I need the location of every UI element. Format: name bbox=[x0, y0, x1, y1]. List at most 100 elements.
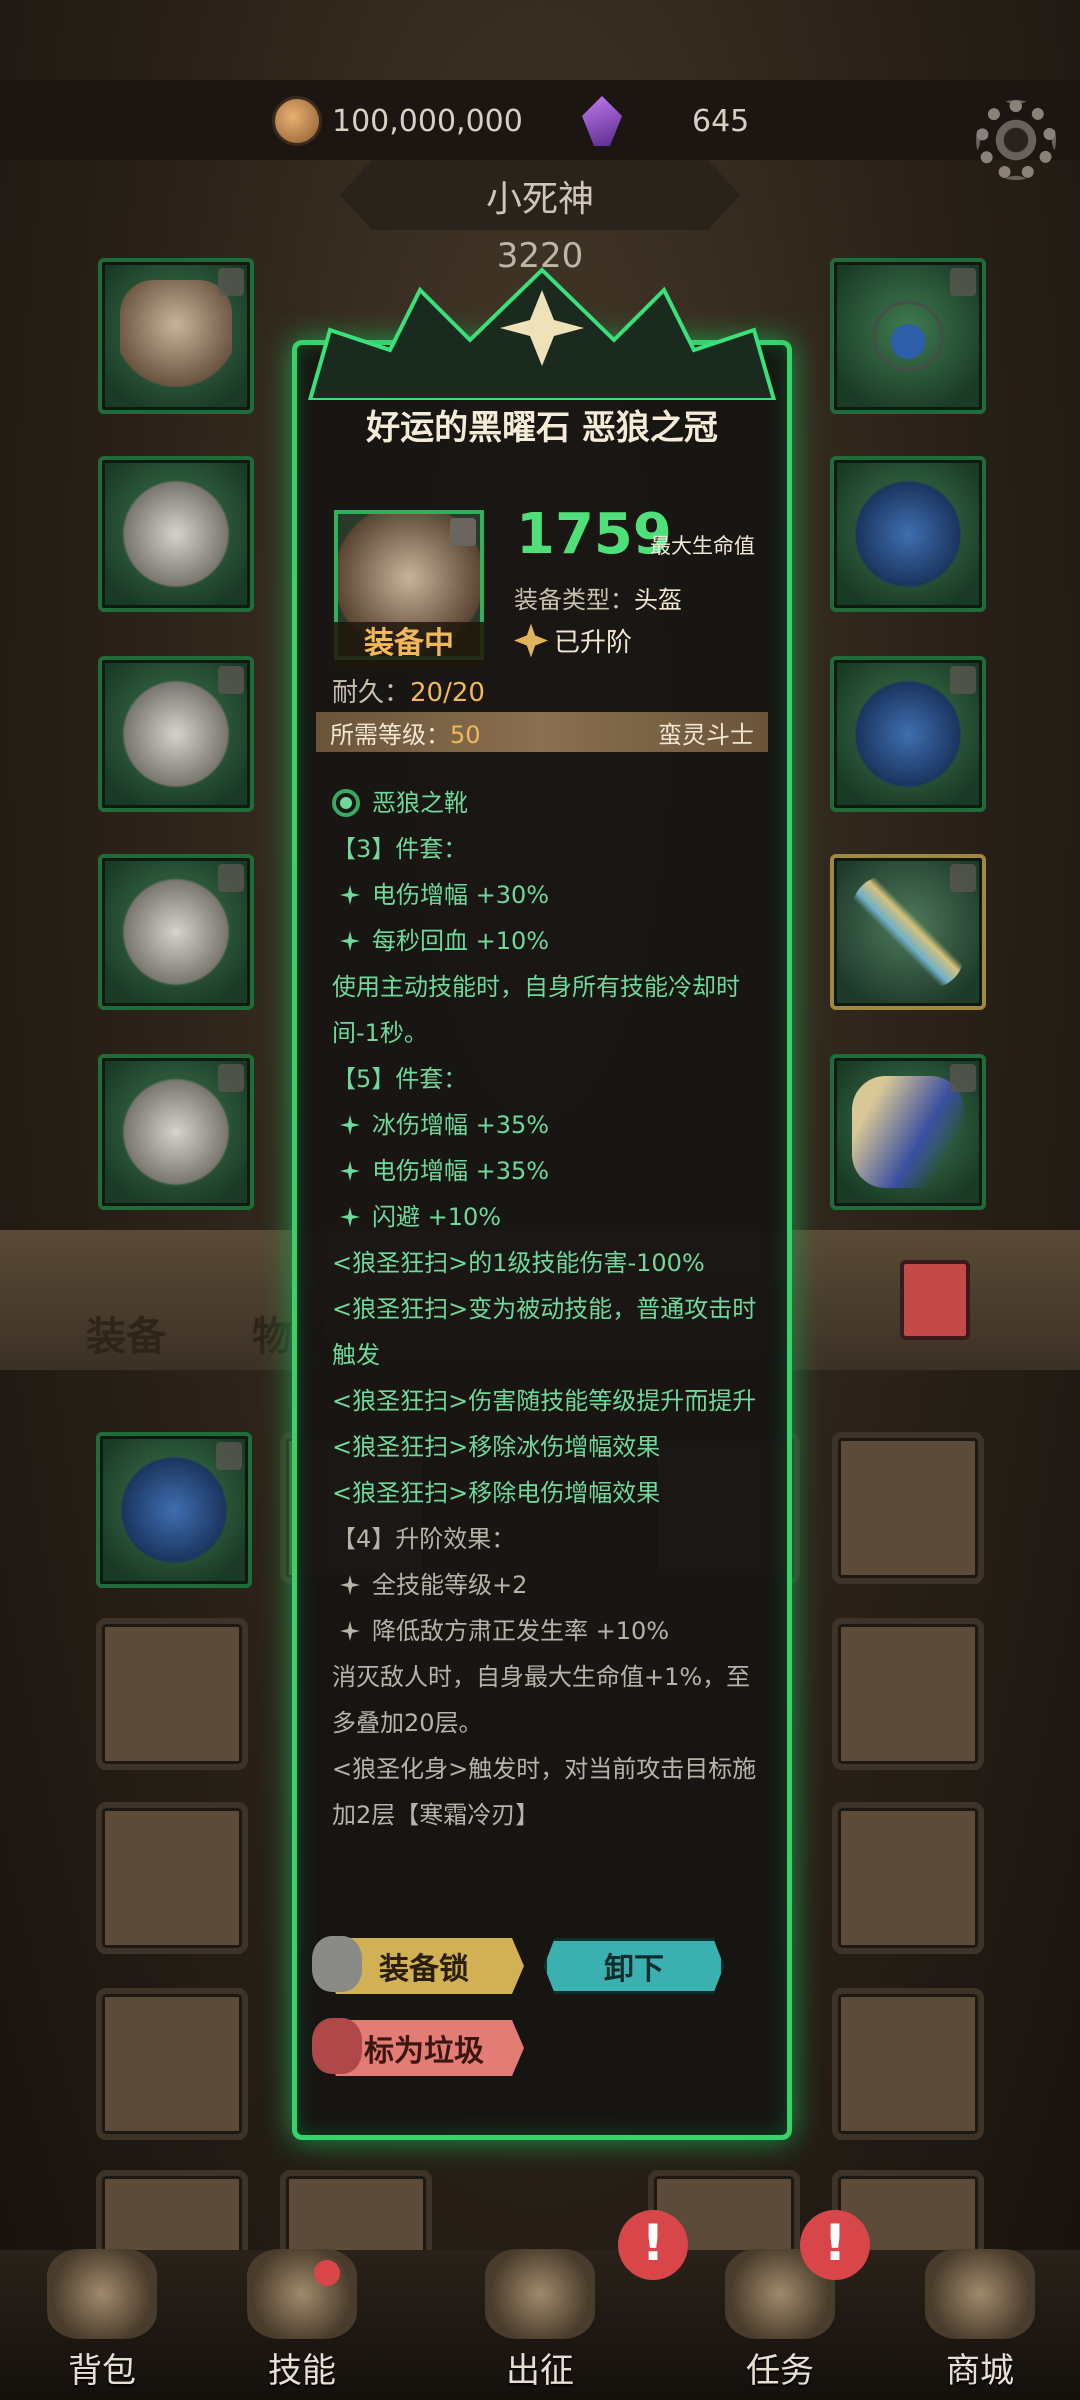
description-line: 全技能等级+2 bbox=[332, 1562, 762, 1608]
sparkle-bullet-icon bbox=[340, 931, 360, 951]
upgraded-status: 已升阶 bbox=[514, 622, 632, 659]
description-line: 每秒回血 +10% bbox=[332, 918, 762, 964]
lock-icon bbox=[218, 1064, 244, 1092]
equip-lock-label: 装备锁 bbox=[379, 1952, 469, 1987]
lock-icon bbox=[450, 518, 476, 546]
inventory-slot[interactable] bbox=[832, 1802, 984, 1954]
slot-offhand[interactable] bbox=[98, 854, 254, 1010]
slot-horn[interactable] bbox=[830, 1054, 986, 1210]
requirement-bar: 所需等级：50 蛮灵斗士 bbox=[316, 712, 768, 752]
description-line: <狼圣狂扫>移除电伤增幅效果 bbox=[332, 1470, 762, 1516]
level-requirement: 所需等级：50 bbox=[330, 715, 481, 750]
inventory-slot[interactable] bbox=[832, 1618, 984, 1770]
sparkle-bullet-icon bbox=[340, 1621, 360, 1641]
description-line: 使用主动技能时，自身所有技能冷却时间-1秒。 bbox=[332, 964, 762, 1056]
description-line-text: 使用主动技能时，自身所有技能冷却时间-1秒。 bbox=[332, 973, 740, 1047]
lock-icon bbox=[218, 666, 244, 694]
inventory-slot[interactable] bbox=[832, 1432, 984, 1584]
purple-gem-icon bbox=[582, 96, 622, 146]
description-line-text: 【4】升阶效果： bbox=[332, 1525, 516, 1553]
description-line: <狼圣化身>触发时，对当前攻击目标施加2层【寒霜冷刃】 bbox=[332, 1746, 762, 1838]
description-line-text: 全技能等级+2 bbox=[372, 1571, 528, 1599]
description-line: 消灭敌人时，自身最大生命值+1%，至多叠加20层。 bbox=[332, 1654, 762, 1746]
description-line-text: 闪避 +10% bbox=[372, 1203, 502, 1231]
description-line-text: 冰伤增幅 +35% bbox=[372, 1111, 550, 1139]
padlock-icon bbox=[312, 1936, 362, 1992]
slot-boots[interactable] bbox=[98, 1054, 254, 1210]
slot-helmet[interactable] bbox=[98, 258, 254, 414]
description-line: 闪避 +10% bbox=[332, 1194, 762, 1240]
gem-amount: 645 bbox=[692, 103, 750, 139]
stat-value: 1759 bbox=[516, 502, 672, 567]
gold-amount: 100,000,000 bbox=[332, 103, 523, 139]
trash-icon[interactable] bbox=[900, 1260, 970, 1340]
mark-junk-label: 标为垃圾 bbox=[364, 2034, 484, 2069]
nav-bag[interactable]: 背包 bbox=[22, 2248, 182, 2398]
wolf-helmet-icon bbox=[120, 280, 232, 392]
description-line: 电伤增幅 +35% bbox=[332, 1148, 762, 1194]
lock-icon bbox=[950, 666, 976, 694]
horn-icon bbox=[852, 1076, 964, 1188]
description-line: <狼圣狂扫>变为被动技能，普通攻击时触发 bbox=[332, 1286, 762, 1378]
description-line-text: 【5】件套： bbox=[332, 1065, 468, 1093]
tab-equipment[interactable]: 装备 bbox=[86, 1304, 166, 1362]
description-line-text: <狼圣狂扫>变为被动技能，普通攻击时触发 bbox=[332, 1295, 757, 1369]
shop-crown-icon bbox=[925, 2249, 1035, 2339]
backpack-icon bbox=[47, 2249, 157, 2339]
lock-icon bbox=[218, 268, 244, 296]
sword-map-icon bbox=[485, 2249, 595, 2339]
inventory-item-boots[interactable] bbox=[96, 1432, 252, 1588]
character-name: 小死神 bbox=[485, 179, 594, 220]
item-detail-popup: 好运的黑曜石 恶狼之冠 装备中 1759 最大生命值 装备类型：头盔 已升阶 耐… bbox=[292, 267, 792, 2140]
inventory-slot[interactable] bbox=[832, 1988, 984, 2140]
description-line-text: 恶狼之靴 bbox=[372, 789, 468, 817]
sparkle-bullet-icon bbox=[340, 885, 360, 905]
slot-weapon[interactable] bbox=[830, 854, 986, 1010]
notification-dot bbox=[314, 2260, 340, 2286]
boots-icon bbox=[120, 1076, 232, 1188]
description-line-text: 降低敌方肃正发生率 +10% bbox=[372, 1617, 670, 1645]
description-line-text: 每秒回血 +10% bbox=[372, 927, 550, 955]
slot-ring-2[interactable] bbox=[830, 656, 986, 812]
junk-bin-icon bbox=[312, 2018, 362, 2074]
staff-icon bbox=[852, 876, 964, 988]
item-title: 好运的黑曜石 恶狼之冠 bbox=[366, 408, 718, 448]
slot-necklace[interactable] bbox=[830, 258, 986, 414]
description-line-text: 【3】件套： bbox=[332, 835, 468, 863]
description-line-text: 消灭敌人时，自身最大生命值+1%，至多叠加20层。 bbox=[332, 1663, 751, 1737]
durability: 耐久：20/20 bbox=[332, 672, 485, 709]
unequip-label: 卸下 bbox=[604, 1952, 664, 1987]
description-line-text: <狼圣化身>触发时，对当前攻击目标施加2层【寒霜冷刃】 bbox=[332, 1755, 757, 1829]
upgrade-star-icon bbox=[514, 623, 548, 658]
tasks-alert-badge: ! bbox=[800, 2210, 870, 2280]
slot-armor[interactable] bbox=[98, 456, 254, 612]
equipment-type: 装备类型：头盔 bbox=[514, 580, 682, 615]
slot-ring-1[interactable] bbox=[830, 456, 986, 612]
description-line: 【3】件套： bbox=[332, 826, 762, 872]
inventory-slot[interactable] bbox=[96, 1802, 248, 1954]
item-description-scroll[interactable]: 恶狼之靴 【3】件套： 电伤增幅 +30% 每秒回血 +10% 使用主动技能时，自身所有… bbox=[332, 780, 762, 1870]
sparkle-bullet-icon bbox=[340, 1207, 360, 1227]
inventory-slot[interactable] bbox=[96, 1988, 248, 2140]
description-line-text: <狼圣狂扫>移除电伤增幅效果 bbox=[332, 1479, 661, 1507]
lock-icon bbox=[950, 268, 976, 296]
description-line: <狼圣狂扫>的1级技能伤害-100% bbox=[332, 1240, 762, 1286]
lock-icon bbox=[950, 1064, 976, 1092]
durability-value: 20/20 bbox=[410, 678, 485, 708]
lock-icon bbox=[950, 864, 976, 892]
nav-skills-label: 技能 bbox=[268, 2351, 336, 2391]
description-line-text: <狼圣狂扫>的1级技能伤害-100% bbox=[332, 1249, 705, 1277]
top-bar bbox=[0, 80, 1080, 160]
unequip-button[interactable]: 卸下 bbox=[544, 1938, 724, 1994]
upgraded-label: 已升阶 bbox=[554, 628, 633, 658]
gold-coin-icon bbox=[272, 96, 322, 146]
nav-expedition[interactable]: 出征 bbox=[460, 2248, 620, 2398]
slot-gloves[interactable] bbox=[98, 656, 254, 812]
nav-skills[interactable]: 技能 bbox=[222, 2248, 382, 2398]
nav-shop[interactable]: 商城 bbox=[900, 2248, 1060, 2398]
settings-gear-icon[interactable] bbox=[976, 100, 1056, 180]
gem-display: 645 bbox=[582, 94, 749, 148]
description-line: 降低敌方肃正发生率 +10% bbox=[332, 1608, 762, 1654]
claw-gauntlet-icon bbox=[120, 678, 232, 790]
inventory-slot[interactable] bbox=[96, 1618, 248, 1770]
